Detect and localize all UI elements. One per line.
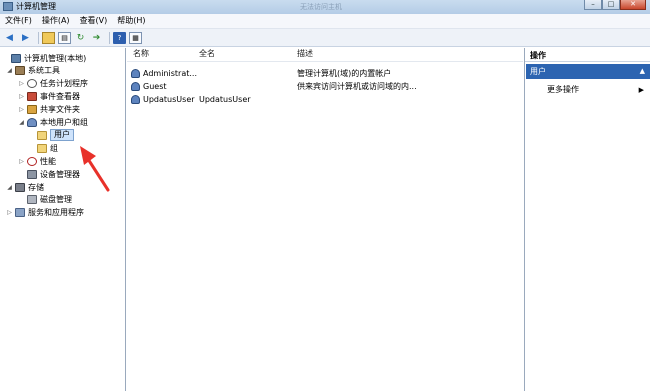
computer-icon <box>11 53 21 63</box>
tree-item[interactable]: 用户 <box>28 129 74 142</box>
shared-folder-icon <box>27 105 37 115</box>
event-viewer-icon <box>27 92 37 102</box>
tree-item-label: 计算机管理(本地) <box>24 53 87 63</box>
help-icon[interactable]: ? <box>113 31 126 44</box>
tree-item[interactable]: ▷ 服务和应用程序 <box>6 207 84 219</box>
tree-item[interactable]: 设备管理器 <box>18 168 80 180</box>
user-icon <box>131 82 140 91</box>
tree-item-label: 组 <box>50 143 58 153</box>
user-description: 供来宾访问计算机或访问域的内... <box>297 82 417 91</box>
users-list: 名称 全名 描述 Administrat... 管理计算机(域)的内置帐户 Gu… <box>127 48 523 391</box>
user-description <box>297 93 517 106</box>
tree-item[interactable]: ▷ 性能 <box>18 155 56 167</box>
tree-item-label: 本地用户和组 <box>40 118 88 127</box>
refresh-icon[interactable]: ↻ <box>74 32 87 44</box>
column-header-fullname[interactable]: 全名 <box>199 48 215 60</box>
tree-item[interactable]: 磁盘管理 <box>18 194 72 206</box>
folder-icon <box>37 143 47 153</box>
menu-view[interactable]: 查看(V) <box>75 14 113 28</box>
tree-item-label: 存储 <box>28 182 44 192</box>
forward-arrow-icon[interactable]: ▶ <box>19 32 32 44</box>
expand-toggle-icon[interactable]: ▷ <box>18 93 25 100</box>
up-folder-icon[interactable] <box>42 31 55 44</box>
tree-item[interactable]: ◢ 存储 <box>6 181 44 193</box>
menu-action[interactable]: 操作(A) <box>37 14 75 28</box>
actions-pane: 操作 用户 ▲ 更多操作 ▶ <box>524 48 650 391</box>
tree-item-label: 磁盘管理 <box>40 195 72 205</box>
window-title: 计算机管理 <box>16 2 56 11</box>
toolbar-separator <box>38 31 39 44</box>
user-icon <box>131 69 140 78</box>
expand-toggle-icon[interactable]: ▷ <box>18 106 25 113</box>
expand-toggle-icon[interactable]: ◢ <box>18 119 25 126</box>
tree-item-label: 性能 <box>40 156 56 166</box>
device-manager-icon <box>27 169 37 179</box>
menu-file[interactable]: 文件(F) <box>0 14 37 28</box>
menu-bar: 文件(F) 操作(A) 查看(V) 帮助(H) <box>0 14 650 29</box>
clock-icon <box>27 79 37 89</box>
expand-toggle-icon[interactable]: ◢ <box>6 67 13 74</box>
user-name: UpdatusUser <box>143 95 195 104</box>
actions-section-label: 用户 <box>530 67 546 76</box>
column-header-name[interactable]: 名称 <box>133 48 149 60</box>
performance-icon <box>27 156 37 166</box>
folder-icon <box>37 130 47 140</box>
actions-header: 操作 <box>525 50 650 62</box>
list-item[interactable]: UpdatusUser UpdatusUser <box>127 93 523 106</box>
window-controls: – □ ✕ <box>584 0 646 11</box>
user-fullname <box>199 67 295 80</box>
tree-item[interactable]: 计算机管理(本地) <box>2 52 86 64</box>
toolbar-separator <box>109 31 110 44</box>
header-divider <box>127 61 523 62</box>
close-button[interactable]: ✕ <box>620 0 646 10</box>
actions-section-users[interactable]: 用户 ▲ <box>526 64 650 79</box>
expand-toggle-icon[interactable]: ◢ <box>6 184 13 191</box>
tree-item-label: 任务计划程序 <box>40 79 88 89</box>
toolbar: ◀ ▶ ▤ ↻ ➔ ? ▦ <box>0 29 650 47</box>
menu-help[interactable]: 帮助(H) <box>112 14 150 28</box>
console-tree: 计算机管理(本地) ◢ 系统工具 ▷ 任务计划程序 ▷ 事件查看器 ▷ 共享文件夹 ◢ 本地用户和组… <box>0 48 126 391</box>
back-arrow-icon[interactable]: ◀ <box>3 32 16 44</box>
tree-item-label: 服务和应用程序 <box>28 208 84 218</box>
list-item[interactable]: Administrat... 管理计算机(域)的内置帐户 <box>127 67 523 80</box>
expand-toggle-icon[interactable]: ▷ <box>6 209 13 216</box>
user-icon <box>131 95 140 104</box>
services-icon <box>15 208 25 218</box>
show-hide-tree-icon[interactable]: ▤ <box>58 31 71 44</box>
user-name: Administrat... <box>143 69 197 78</box>
disk-icon <box>27 195 37 205</box>
title-bar: 计算机管理 无法访问主机 – □ ✕ <box>0 0 650 15</box>
list-item[interactable]: Guest 供来宾访问计算机或访问域的内... <box>127 80 523 93</box>
tree-item-label: 用户 <box>50 129 74 142</box>
expand-toggle-icon[interactable]: ▷ <box>18 158 25 165</box>
user-description: 管理计算机(域)的内置帐户 <box>297 69 392 78</box>
tree-item[interactable]: ◢ 系统工具 <box>6 65 60 77</box>
users-icon <box>27 118 37 127</box>
tree-item[interactable]: ▷ 共享文件夹 <box>18 104 80 116</box>
tree-item-label: 系统工具 <box>28 66 60 76</box>
user-name: Guest <box>143 82 167 91</box>
storage-icon <box>15 182 25 192</box>
collapse-caret-icon[interactable]: ▲ <box>640 64 645 79</box>
tree-item[interactable]: ▷ 事件查看器 <box>18 91 80 103</box>
tree-item-label: 事件查看器 <box>40 92 80 102</box>
maximize-button[interactable]: □ <box>602 0 620 10</box>
user-fullname: UpdatusUser <box>199 95 251 104</box>
export-icon[interactable]: ➔ <box>90 32 103 44</box>
tree-item[interactable]: 组 <box>28 142 58 154</box>
window-ghost-title: 无法访问主机 <box>300 3 342 11</box>
tree-item[interactable]: ◢ 本地用户和组 <box>18 117 88 129</box>
column-header-description[interactable]: 描述 <box>297 48 313 60</box>
tools-icon <box>15 66 25 76</box>
properties-icon[interactable]: ▦ <box>129 31 142 44</box>
tree-item-label: 设备管理器 <box>40 169 80 179</box>
submenu-arrow-icon[interactable]: ▶ <box>639 84 644 96</box>
user-fullname <box>199 80 295 93</box>
more-actions-link[interactable]: 更多操作 <box>547 84 579 96</box>
minimize-button[interactable]: – <box>584 0 602 10</box>
tree-item[interactable]: ▷ 任务计划程序 <box>18 78 88 90</box>
app-icon <box>3 2 13 11</box>
tree-item-label: 共享文件夹 <box>40 105 80 115</box>
expand-toggle-icon[interactable]: ▷ <box>18 80 25 87</box>
